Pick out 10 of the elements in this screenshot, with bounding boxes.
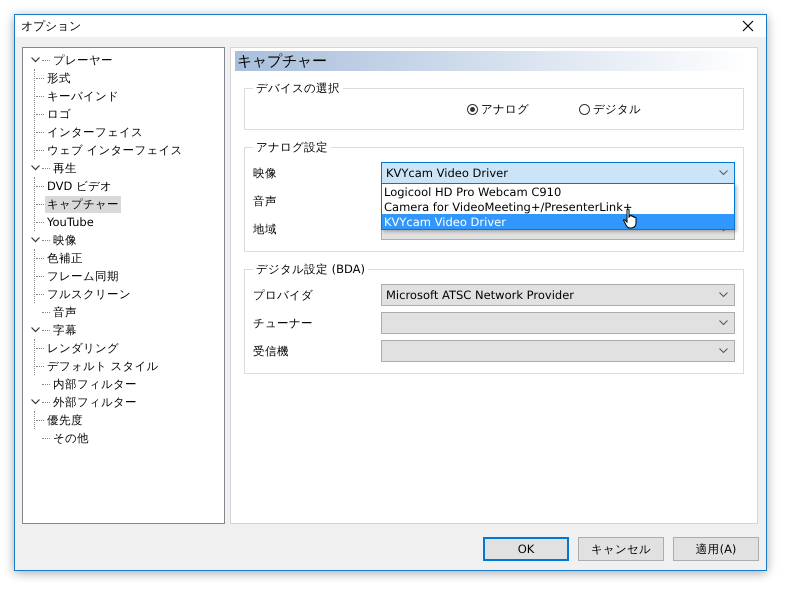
group-title: アナログ設定 bbox=[255, 140, 329, 155]
group-title: デバイスの選択 bbox=[255, 81, 341, 96]
group-title: デジタル設定 (BDA) bbox=[255, 262, 366, 277]
field-label: 音声 bbox=[253, 194, 278, 208]
field-label: チューナー bbox=[253, 316, 314, 330]
field-label: 受信機 bbox=[253, 344, 290, 358]
window-title: オプション bbox=[21, 18, 81, 34]
field-label: プロバイダ bbox=[253, 288, 314, 302]
field-label: 地域 bbox=[253, 222, 278, 236]
field-label: 映像 bbox=[253, 166, 278, 180]
